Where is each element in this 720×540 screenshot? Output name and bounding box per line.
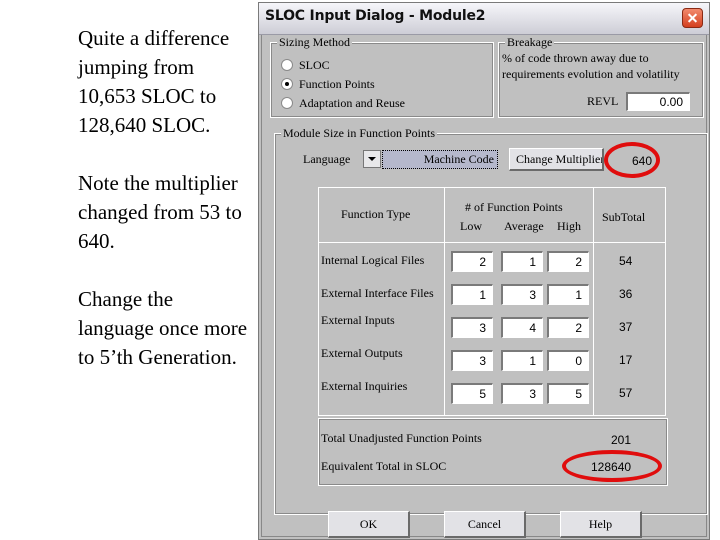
subtotal-value: 54	[619, 254, 633, 268]
header-subtotal: SubTotal	[602, 210, 646, 224]
language-dropdown-arrow[interactable]	[363, 150, 381, 168]
dialog-title: SLOC Input Dialog - Module2	[265, 8, 486, 24]
header-function-type: Function Type	[341, 207, 411, 221]
breakage-label: Breakage	[505, 35, 555, 50]
sizing-method-label: Sizing Method	[277, 35, 352, 50]
radio-adaptation-reuse[interactable]	[281, 97, 293, 109]
average-count-input[interactable]: 4	[501, 317, 543, 338]
total-ufp-value: 201	[611, 433, 632, 447]
function-type-label: External Inputs	[321, 313, 395, 327]
average-count-input[interactable]: 1	[501, 350, 543, 371]
subtotal-value: 17	[619, 353, 633, 367]
high-count-input[interactable]: 2	[547, 251, 589, 272]
low-count-input[interactable]: 5	[451, 383, 493, 404]
note-3: Change the language once more to 5’th Ge…	[78, 287, 248, 369]
note-2: Note the multiplier changed from 53 to 6…	[78, 171, 242, 253]
revl-input[interactable]: 0.00	[626, 92, 690, 111]
note-1: Quite a difference jumping from 10,653 S…	[78, 26, 230, 137]
revl-label: REVL	[587, 94, 619, 108]
total-ufp-label: Total Unadjusted Function Points	[321, 431, 482, 445]
help-button[interactable]: Help	[560, 511, 642, 538]
high-count-input[interactable]: 5	[547, 383, 589, 404]
module-size-label: Module Size in Function Points	[281, 126, 438, 141]
function-type-label: Internal Logical Files	[321, 253, 425, 267]
change-multiplier-button[interactable]: Change Multiplier	[509, 148, 604, 171]
low-count-input[interactable]: 3	[451, 350, 493, 371]
cancel-button[interactable]: Cancel	[444, 511, 526, 538]
high-count-input[interactable]: 1	[547, 284, 589, 305]
subtotal-value: 57	[619, 386, 633, 400]
sloc-total-highlight-ellipse	[562, 450, 662, 482]
slide-notes: Quite a difference jumping from 10,653 S…	[78, 24, 253, 401]
language-dropdown[interactable]: Machine Code	[382, 150, 498, 169]
low-count-input[interactable]: 2	[451, 251, 493, 272]
multiplier-highlight-ellipse	[604, 142, 660, 178]
average-count-input[interactable]: 1	[501, 251, 543, 272]
breakage-description-2: requirements evolution and volatility	[502, 67, 680, 81]
radio-adaptation-reuse-label: Adaptation and Reuse	[299, 96, 405, 110]
header-average: Average	[504, 219, 544, 233]
high-count-input[interactable]: 2	[547, 317, 589, 338]
sizing-method-group: Sizing Method SLOC Function Points Adapt…	[270, 35, 494, 118]
radio-sloc-label: SLOC	[299, 58, 330, 72]
function-points-table: Function Type # of Function Points Low A…	[318, 187, 666, 416]
ok-button[interactable]: OK	[328, 511, 410, 538]
radio-function-points-label: Function Points	[299, 77, 375, 91]
breakage-group: Breakage % of code thrown away due to re…	[498, 35, 704, 118]
equiv-sloc-label: Equivalent Total in SLOC	[321, 459, 447, 473]
function-type-label: External Interface Files	[321, 286, 434, 300]
radio-sloc[interactable]	[281, 59, 293, 71]
title-bar[interactable]: SLOC Input Dialog - Module2	[259, 3, 709, 35]
header-low: Low	[460, 219, 482, 233]
average-count-input[interactable]: 3	[501, 284, 543, 305]
header-high: High	[557, 219, 581, 233]
average-count-input[interactable]: 3	[501, 383, 543, 404]
low-count-input[interactable]: 1	[451, 284, 493, 305]
language-label: Language	[303, 152, 351, 166]
high-count-input[interactable]: 0	[547, 350, 589, 371]
subtotal-value: 36	[619, 287, 633, 301]
close-icon[interactable]	[682, 8, 703, 28]
subtotal-value: 37	[619, 320, 633, 334]
function-type-label: External Outputs	[321, 346, 403, 360]
header-fp-count: # of Function Points	[465, 200, 563, 214]
breakage-description-1: % of code thrown away due to	[502, 51, 649, 65]
low-count-input[interactable]: 3	[451, 317, 493, 338]
radio-function-points[interactable]	[281, 78, 293, 90]
function-type-label: External Inquiries	[321, 379, 408, 393]
